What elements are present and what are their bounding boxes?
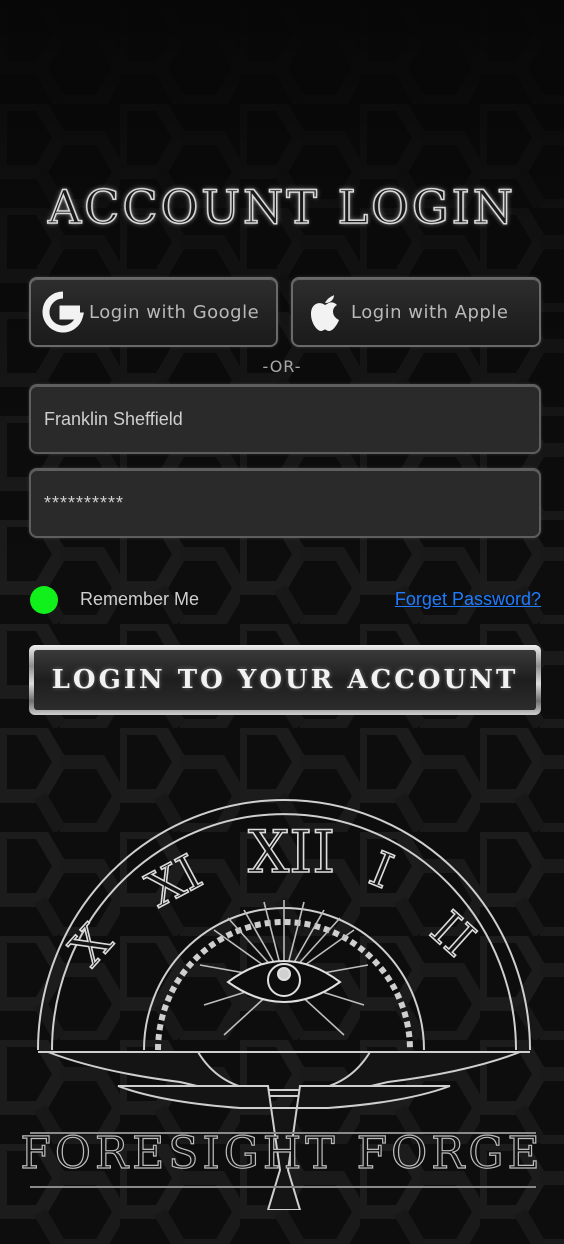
login-button[interactable]: LOGIN TO YOUR ACCOUNT xyxy=(29,645,541,715)
svg-text:XII: XII xyxy=(248,818,335,886)
apple-logo-icon xyxy=(301,288,349,336)
svg-text:I: I xyxy=(362,841,401,900)
google-button-label: Login with Google xyxy=(89,301,260,323)
apple-button-label: Login with Apple xyxy=(351,301,509,323)
google-g-icon xyxy=(39,288,87,336)
svg-text:II: II xyxy=(420,901,486,968)
login-with-google-button[interactable]: Login with Google xyxy=(29,277,278,347)
brand-rule-bottom xyxy=(30,1186,536,1188)
brand-name: FORESIGHT FORGE xyxy=(20,1127,544,1179)
login-button-label: LOGIN TO YOUR ACCOUNT xyxy=(51,665,519,695)
page-title: ACCOUNT LOGIN xyxy=(47,179,517,235)
login-with-apple-button[interactable]: Login with Apple xyxy=(291,277,541,347)
remember-me-label: Remember Me xyxy=(80,589,200,609)
svg-text:XI: XI xyxy=(138,844,211,918)
forget-password-link[interactable]: Forget Password? xyxy=(395,589,541,610)
password-field[interactable] xyxy=(29,468,541,538)
username-field[interactable] xyxy=(29,384,541,454)
or-divider: -OR- xyxy=(262,357,302,376)
svg-text:X: X xyxy=(59,914,123,977)
remember-me-toggle[interactable] xyxy=(30,586,58,614)
